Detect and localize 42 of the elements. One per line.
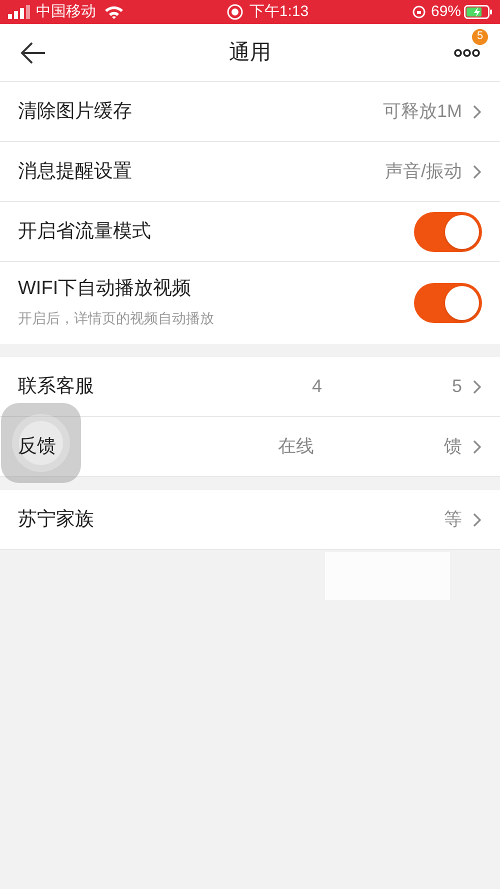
settings-row[interactable]: WIFI下自动播放视频 开启后，详情页的视频自动播放 bbox=[0, 262, 500, 344]
more-icon[interactable] bbox=[454, 48, 480, 56]
settings-row[interactable]: 清除图片缓存 可释放1M bbox=[0, 82, 500, 142]
settings-row[interactable]: 苏宁家族 等 bbox=[0, 490, 500, 550]
settings-row[interactable]: 开启省流量模式 bbox=[0, 202, 500, 262]
settings-row[interactable]: 联系客服 4 5 bbox=[0, 357, 500, 417]
row-subtitle: 开启后，详情页的视频自动播放 bbox=[18, 309, 215, 328]
signal-icon bbox=[8, 5, 30, 19]
notification-badge: 5 bbox=[472, 28, 488, 44]
row-label: 联系客服 bbox=[18, 374, 95, 398]
battery-percent: 69% bbox=[430, 2, 462, 22]
settings-row[interactable]: 反馈 在线 馈 bbox=[0, 417, 500, 477]
back-arrow-icon[interactable] bbox=[20, 42, 46, 64]
row-value: 等 bbox=[444, 508, 462, 531]
chevron-right-icon bbox=[472, 378, 482, 394]
rotation-lock-icon bbox=[412, 5, 426, 19]
row-label: 反馈 bbox=[18, 434, 57, 458]
carrier-name: 中国移动 bbox=[36, 2, 96, 22]
row-label: 清除图片缓存 bbox=[18, 100, 133, 124]
toggle-switch[interactable] bbox=[414, 212, 482, 252]
row-label: 开启省流量模式 bbox=[18, 220, 152, 244]
chevron-right-icon bbox=[472, 512, 482, 528]
row-value: 5 bbox=[452, 375, 462, 398]
row-value: 4 bbox=[312, 375, 322, 398]
chevron-right-icon bbox=[472, 438, 482, 454]
toggle-switch[interactable] bbox=[414, 283, 482, 323]
settings-row[interactable]: 消息提醒设置 声音/振动 bbox=[0, 142, 500, 202]
floating-menu[interactable] bbox=[1, 403, 81, 483]
record-icon bbox=[227, 4, 244, 20]
clock: 下午1:13 bbox=[249, 2, 309, 22]
row-value: 在线 bbox=[278, 435, 314, 458]
row-value: 声音/振动 bbox=[384, 160, 462, 183]
battery-charging-icon bbox=[464, 5, 492, 19]
row-value: 可释放1M bbox=[382, 100, 462, 123]
row-value: 馈 bbox=[444, 435, 462, 458]
page-title: 通用 bbox=[228, 40, 272, 66]
row-label: 苏宁家族 bbox=[18, 508, 95, 532]
row-label: 消息提醒设置 bbox=[18, 160, 133, 184]
chevron-right-icon bbox=[472, 164, 482, 180]
row-label: WIFI下自动播放视频 bbox=[18, 276, 192, 300]
wifi-icon bbox=[104, 5, 124, 19]
chevron-right-icon bbox=[472, 104, 482, 120]
